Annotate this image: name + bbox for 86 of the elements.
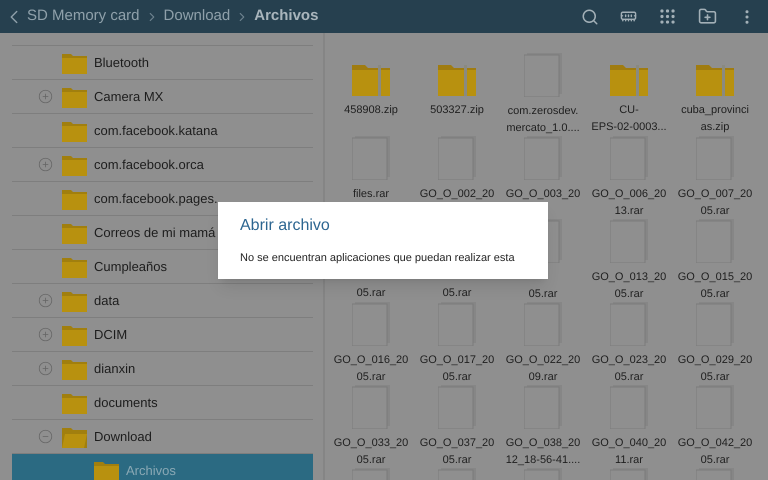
folder-icon	[94, 460, 119, 480]
file-name: GO_O_040_20	[592, 436, 666, 451]
breadcrumb[interactable]: Download	[164, 5, 230, 28]
tree-item[interactable]: com.facebook.orca	[12, 148, 313, 182]
file-name: GO_O_003_20	[506, 187, 580, 202]
grid-icon[interactable]	[658, 7, 677, 26]
folder-icon	[62, 52, 87, 74]
file-name: GO_O_033_20	[334, 436, 408, 451]
file-name: cuba_provinci	[681, 103, 749, 118]
file-name: GO_O_015_20	[678, 270, 752, 285]
folder-name: data	[94, 292, 120, 310]
file-name: GO_O_038_20	[506, 436, 580, 451]
folder-name: Cumpleaños	[94, 258, 167, 276]
file-name: GO_O_042_20	[678, 436, 752, 451]
tree-item[interactable]: DCIM	[12, 318, 313, 352]
file-name: GO_O_037_20	[420, 436, 494, 451]
tree-item[interactable]: documents	[12, 386, 313, 420]
file-name: 05.rar	[442, 286, 472, 301]
folder-icon	[62, 222, 87, 244]
folder-name: com.facebook.katana	[94, 122, 218, 140]
file-name: mercato_1.0....	[506, 121, 580, 136]
file-name: 05.rar	[356, 286, 386, 301]
file-name: 05.rar	[442, 453, 472, 468]
file-name: 05.rar	[700, 287, 730, 302]
file-name: 05.rar	[356, 370, 386, 385]
file-name: GO_O_007_20	[678, 187, 752, 202]
folder-name: dianxin	[94, 360, 136, 378]
folder-icon	[62, 392, 87, 414]
zip-folder-icon	[610, 62, 648, 96]
tree-item[interactable]: com.facebook.katana	[12, 114, 313, 148]
folder-name: Camera MX	[94, 88, 164, 106]
tree-item[interactable]: Bluetooth	[12, 46, 313, 80]
folder-icon	[62, 86, 87, 108]
folder-name: Bluetooth	[94, 54, 149, 72]
open-folder-icon	[62, 426, 87, 448]
file-name: 11.rar	[615, 453, 643, 468]
file-name: 05.rar	[356, 453, 386, 468]
folder-icon	[62, 358, 87, 380]
file-name: GO_O_029_20	[678, 353, 752, 368]
tree-item[interactable]: Camera MX	[12, 80, 313, 114]
folder-name: com.facebook.pages.	[94, 190, 218, 208]
folder-icon	[62, 324, 87, 346]
zip-folder-icon	[696, 62, 734, 96]
file-name: 05.rar	[614, 287, 644, 302]
file-name: as.zip	[700, 120, 730, 135]
file-name: 05.rar	[700, 204, 730, 219]
folder-icon	[62, 256, 87, 278]
file-name: 05.rar	[700, 453, 730, 468]
folder-name: DCIM	[94, 326, 128, 344]
folder-icon	[62, 290, 87, 312]
file-name: 05.rar	[442, 370, 472, 385]
file-name: 09.rar	[528, 370, 558, 385]
file-name: GO_O_017_20	[420, 353, 494, 368]
folder-name: Archivos	[126, 462, 176, 480]
folder-name: documents	[94, 394, 158, 412]
file-name: GO_O_023_20	[592, 353, 666, 368]
file-name: 12_18-56-41....	[506, 453, 580, 468]
folder-name: Correos de mi mamá	[94, 224, 216, 242]
file-name: 05.rar	[528, 287, 558, 302]
file-name: 05.rar	[614, 370, 644, 385]
breadcrumb[interactable]: SD Memory card	[27, 5, 140, 28]
file-name: EPS-02-0003...	[591, 120, 667, 135]
search-icon[interactable]	[581, 8, 599, 26]
file-name: 13.rar	[614, 204, 644, 219]
tree-item[interactable]: data	[12, 284, 313, 318]
folder-icon	[62, 188, 87, 210]
file-name: GO_O_002_20	[420, 187, 494, 202]
file-name: com.zerosdev.	[508, 104, 578, 119]
file-name: 458908.zip	[344, 103, 398, 118]
file-name: GO_O_013_20	[592, 270, 666, 285]
file-name: 05.rar	[700, 370, 730, 385]
file-name: GO_O_016_20	[334, 353, 408, 368]
file-name: GO_O_006_20	[592, 187, 666, 202]
zip-folder-icon	[438, 62, 476, 96]
file-name: 503327.zip	[430, 103, 484, 118]
folder-icon	[62, 154, 87, 176]
zip-folder-icon	[352, 62, 390, 96]
file-name: CU-	[619, 103, 639, 118]
file-name: files.rar	[352, 187, 390, 202]
tree-item[interactable]: dianxin	[12, 352, 313, 386]
folder-icon	[62, 120, 87, 142]
folder-name: com.facebook.orca	[94, 156, 204, 174]
folder-plus-icon[interactable]	[698, 7, 717, 26]
breadcrumb[interactable]: Archivos	[254, 5, 318, 28]
folder-name: Download	[94, 428, 152, 446]
file-name: GO_O_022_20	[506, 353, 580, 368]
